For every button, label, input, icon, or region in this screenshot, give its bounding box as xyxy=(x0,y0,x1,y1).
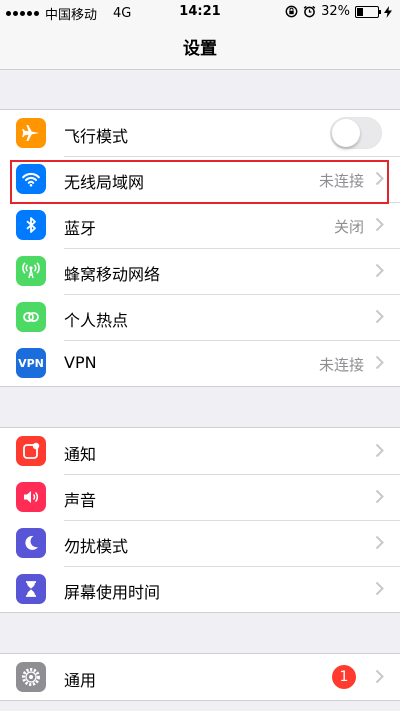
settings-row-notifications[interactable]: 通知 xyxy=(0,428,400,474)
settings-row-label: 蜂窝移动网络 xyxy=(64,265,161,284)
toggle-knob xyxy=(332,119,360,147)
settings-row-label: 声音 xyxy=(64,491,97,510)
settings-row-label: 飞行模式 xyxy=(64,127,129,146)
chevron-right-icon xyxy=(375,217,384,232)
settings-row-airplane-mode: 飞行模式 xyxy=(0,110,400,156)
settings-row-cellular[interactable]: 蜂窝移动网络 xyxy=(0,248,400,294)
charging-bolt-icon xyxy=(384,5,392,18)
rotation-lock-icon xyxy=(285,5,298,18)
chevron-right-icon xyxy=(375,535,384,550)
antenna-icon xyxy=(16,256,46,286)
chevron-right-icon xyxy=(375,263,384,278)
settings-row-sounds[interactable]: 声音 xyxy=(0,474,400,520)
status-bar: 中国移动 4G 14:21 32% xyxy=(0,0,400,24)
hourglass-icon xyxy=(16,574,46,604)
battery-icon xyxy=(355,5,381,18)
settings-row-label: 通用 xyxy=(64,671,97,690)
chevron-right-icon xyxy=(375,355,384,370)
chevron-right-icon xyxy=(375,669,384,684)
notification-icon xyxy=(16,436,46,466)
vpn-icon-text: VPN xyxy=(18,356,44,370)
settings-row-label: 个人热点 xyxy=(64,311,129,330)
settings-row-label: 通知 xyxy=(64,445,97,464)
chevron-right-icon xyxy=(375,309,384,324)
settings-row-bluetooth[interactable]: 蓝牙 关闭 xyxy=(0,202,400,248)
navigation-bar: 设置 xyxy=(0,24,400,70)
chevron-right-icon xyxy=(375,489,384,504)
settings-row-do-not-disturb[interactable]: 勿扰模式 xyxy=(0,520,400,566)
speaker-icon xyxy=(16,482,46,512)
moon-icon xyxy=(16,528,46,558)
gear-icon xyxy=(16,662,46,692)
settings-row-general[interactable]: 通用 1 xyxy=(0,654,400,700)
airplane-mode-toggle[interactable] xyxy=(330,117,382,149)
update-count-badge: 1 xyxy=(332,665,356,689)
settings-row-vpn[interactable]: VPN VPN 未连接 xyxy=(0,340,400,386)
vpn-icon: VPN xyxy=(16,348,46,378)
airplane-icon xyxy=(16,118,46,148)
status-right: 32% xyxy=(285,4,392,19)
bluetooth-icon xyxy=(16,210,46,240)
settings-group-general: 通用 1 xyxy=(0,653,400,701)
battery-fill xyxy=(357,7,364,16)
chevron-right-icon xyxy=(375,443,384,458)
bluetooth-status-value: 关闭 xyxy=(333,218,364,236)
page-title: 设置 xyxy=(183,39,217,59)
battery-percent: 32% xyxy=(321,4,350,19)
settings-group-connectivity: 飞行模式 无线局域网 未连接 蓝牙 关闭 蜂窝移动网络 个人热点 VPN VPN… xyxy=(0,109,400,387)
settings-row-label: VPN xyxy=(64,353,97,372)
chevron-right-icon xyxy=(375,581,384,596)
hotspot-link-icon xyxy=(16,302,46,332)
settings-row-label: 勿扰模式 xyxy=(64,537,129,556)
settings-row-personal-hotspot[interactable]: 个人热点 xyxy=(0,294,400,340)
settings-row-screen-time[interactable]: 屏幕使用时间 xyxy=(0,566,400,612)
vpn-status-value: 未连接 xyxy=(318,356,364,374)
settings-row-label: 蓝牙 xyxy=(64,219,97,238)
wifi-highlight-box xyxy=(10,160,389,204)
settings-group-notifications: 通知 声音 勿扰模式 屏幕使用时间 xyxy=(0,427,400,613)
alarm-icon xyxy=(303,5,316,18)
settings-row-label: 屏幕使用时间 xyxy=(64,583,161,602)
